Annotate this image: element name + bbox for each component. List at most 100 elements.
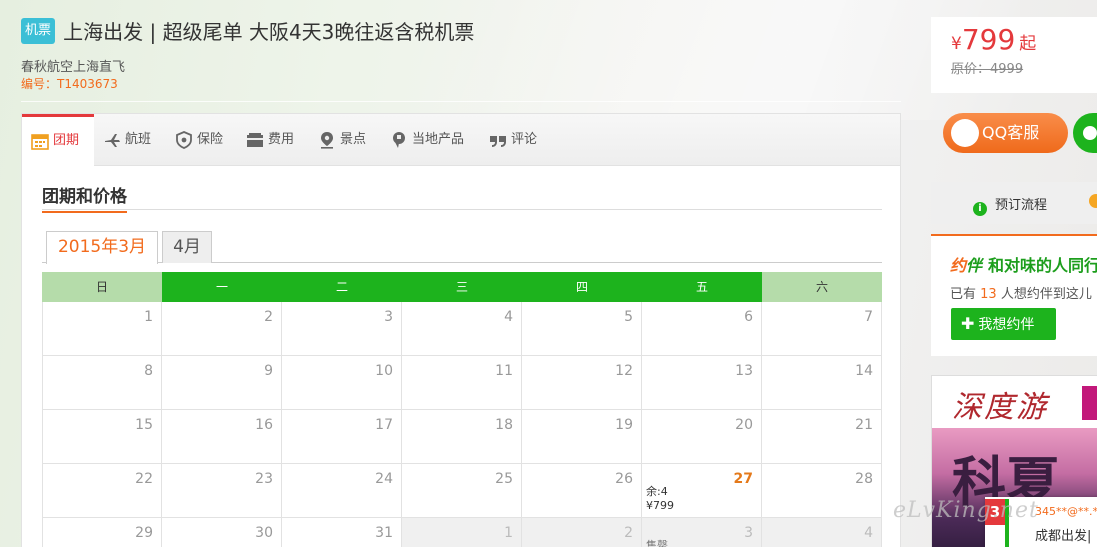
ad-logo-mark <box>1082 386 1097 420</box>
calendar-day-cell: 1 <box>42 302 162 356</box>
tab-comments[interactable]: 评论 <box>489 114 537 166</box>
calendar-row: 15 16 17 18 19 20 21 <box>42 410 882 464</box>
day-number: 4 <box>864 525 873 541</box>
info-icon: i <box>973 202 987 216</box>
calendar-row: 29 30 31 1 2 3 售罄 4 <box>42 518 882 547</box>
day-number: 31 <box>375 525 393 541</box>
day-number: 21 <box>855 417 873 433</box>
count-prefix: 已有 <box>950 287 977 302</box>
tab-label: 航班 <box>125 132 152 147</box>
location-pin-icon <box>321 131 333 149</box>
day-number: 11 <box>495 363 513 379</box>
calendar-day-cell: 4 <box>402 302 522 356</box>
availability-line: 余:4 <box>646 485 668 498</box>
calendar-day-cell: 28 <box>762 464 882 518</box>
companion-title: 约伴 和对味的人同行 <box>950 252 1097 276</box>
month-tab-april[interactable]: 4月 <box>162 231 212 263</box>
qq-penguin-icon <box>951 119 979 147</box>
companion-count-text: 已有 13 人想约伴到这儿 <box>950 283 1092 302</box>
day-number: 1 <box>504 525 513 541</box>
price-amount: 799 <box>961 23 1016 56</box>
booking-flow-label: 预订流程 <box>995 198 1048 213</box>
month-tab-march[interactable]: 2015年3月 <box>46 231 158 264</box>
tab-flight[interactable]: 航班 <box>103 114 151 166</box>
product-title: 上海出发 | 超级尾单 大阪4天3晚往返含税机票 <box>63 20 475 44</box>
day-number: 15 <box>135 417 153 433</box>
calendar-day-cell: 21 <box>762 410 882 464</box>
info-icon-secondary[interactable] <box>1089 194 1097 208</box>
tab-tuanqi[interactable]: 团期 <box>22 114 94 167</box>
companion-title-text: 和对味的人同行 <box>988 256 1097 275</box>
booking-flow-bar: i 预订流程 <box>931 182 1097 224</box>
calendar-day-cell: 24 <box>282 464 402 518</box>
calendar-day-cell: 23 <box>162 464 282 518</box>
day-number: 16 <box>255 417 273 433</box>
tab-local-products[interactable]: 当地产品 <box>390 114 464 166</box>
calendar-day-cell: 22 <box>42 464 162 518</box>
tab-insurance[interactable]: 保险 <box>175 114 223 166</box>
day-number: 1 <box>144 309 153 325</box>
availability-line: ¥799 <box>646 499 674 512</box>
tab-cost[interactable]: 费用 <box>246 114 294 166</box>
weekday-thu: 四 <box>522 272 642 302</box>
day-number: 23 <box>255 471 273 487</box>
ad-header: 深度游 <box>932 376 1097 428</box>
calendar-day-cell: 4 <box>762 518 882 547</box>
yue-logo-a: 约 <box>950 256 967 275</box>
booking-flow-link[interactable]: i 预订流程 <box>973 194 1047 216</box>
calendar-day-cell: 5 <box>522 302 642 356</box>
day-number: 27 <box>733 471 753 487</box>
calendar-day-cell: 26 <box>522 464 642 518</box>
price-suffix: 起 <box>1019 34 1037 54</box>
qq-service-button[interactable]: QQ客服 <box>943 113 1068 153</box>
day-number: 5 <box>624 309 633 325</box>
calendar-day-cell: 25 <box>402 464 522 518</box>
calendar-day-cell: 20 <box>642 410 762 464</box>
count-suffix: 人想约伴到这儿 <box>1000 287 1092 302</box>
tab-label: 保险 <box>197 132 224 147</box>
departure-calendar: 日 一 二 三 四 五 六 1 2 3 4 5 6 7 8 9 10 11 12 13 14 15 16 17 1… <box>42 272 882 547</box>
day-number: 9 <box>264 363 273 379</box>
want-companion-button[interactable]: ✚ 我想约伴 <box>951 308 1056 340</box>
calendar-row: 1 2 3 4 5 6 7 <box>42 302 882 356</box>
local-product-icon <box>393 131 405 148</box>
day-number: 3 <box>384 309 393 325</box>
day-number: 26 <box>615 471 633 487</box>
currency-symbol: ¥ <box>951 34 962 54</box>
day-number: 7 <box>864 309 873 325</box>
calendar-day-cell: 3 <box>282 302 402 356</box>
month-tabs: 2015年3月 4月 <box>42 231 882 264</box>
day-number: 22 <box>135 471 153 487</box>
calendar-day-cell: 31 <box>282 518 402 547</box>
calendar-day-cell: 12 <box>522 356 642 410</box>
calendar-header: 日 一 二 三 四 五 六 <box>42 272 882 302</box>
day-number: 2 <box>264 309 273 325</box>
wallet-icon <box>247 132 263 147</box>
main-panel: 团期 航班 保险 费用 景点 当地产品 评论 团期和价格 2015年3月 4月 … <box>21 113 901 547</box>
calendar-day-cell: 9 <box>162 356 282 410</box>
plane-icon <box>105 133 120 147</box>
travel-companion-box: 约伴 和对味的人同行 已有 13 人想约伴到这儿 ✚ 我想约伴 <box>931 234 1097 356</box>
calendar-day-cell: 2 <box>522 518 642 547</box>
calendar-day-cell: 1 <box>402 518 522 547</box>
day-number: 2 <box>624 525 633 541</box>
calendar-row: 22 23 24 25 26 27 余:4 ¥799 28 <box>42 464 882 518</box>
product-header: 机票 上海出发 | 超级尾单 大阪4天3晚往返含税机票 <box>21 16 474 45</box>
calendar-day-cell[interactable]: 3 售罄 <box>642 518 762 547</box>
weekday-fri: 五 <box>642 272 762 302</box>
tab-label: 景点 <box>340 132 367 147</box>
tab-sights[interactable]: 景点 <box>318 114 366 166</box>
want-companion-label: 我想约伴 <box>978 317 1035 333</box>
day-number: 19 <box>615 417 633 433</box>
calendar-day-cell: 2 <box>162 302 282 356</box>
calendar-day-cell: 6 <box>642 302 762 356</box>
chat-button[interactable] <box>1073 113 1097 153</box>
notification-text: 成都出发| <box>1035 529 1092 544</box>
price-box: ¥799 起 原价：4999 <box>931 17 1097 93</box>
ad-logo: 深度游 <box>952 390 1048 425</box>
section-divider <box>42 209 882 210</box>
availability-line: 售罄 <box>646 539 668 547</box>
calendar-day-cell[interactable]: 27 余:4 ¥799 <box>642 464 762 518</box>
shield-icon <box>176 130 192 149</box>
calendar-body: 1 2 3 4 5 6 7 8 9 10 11 12 13 14 15 16 17 18 19 20 21 22 23 24 2… <box>42 302 882 547</box>
